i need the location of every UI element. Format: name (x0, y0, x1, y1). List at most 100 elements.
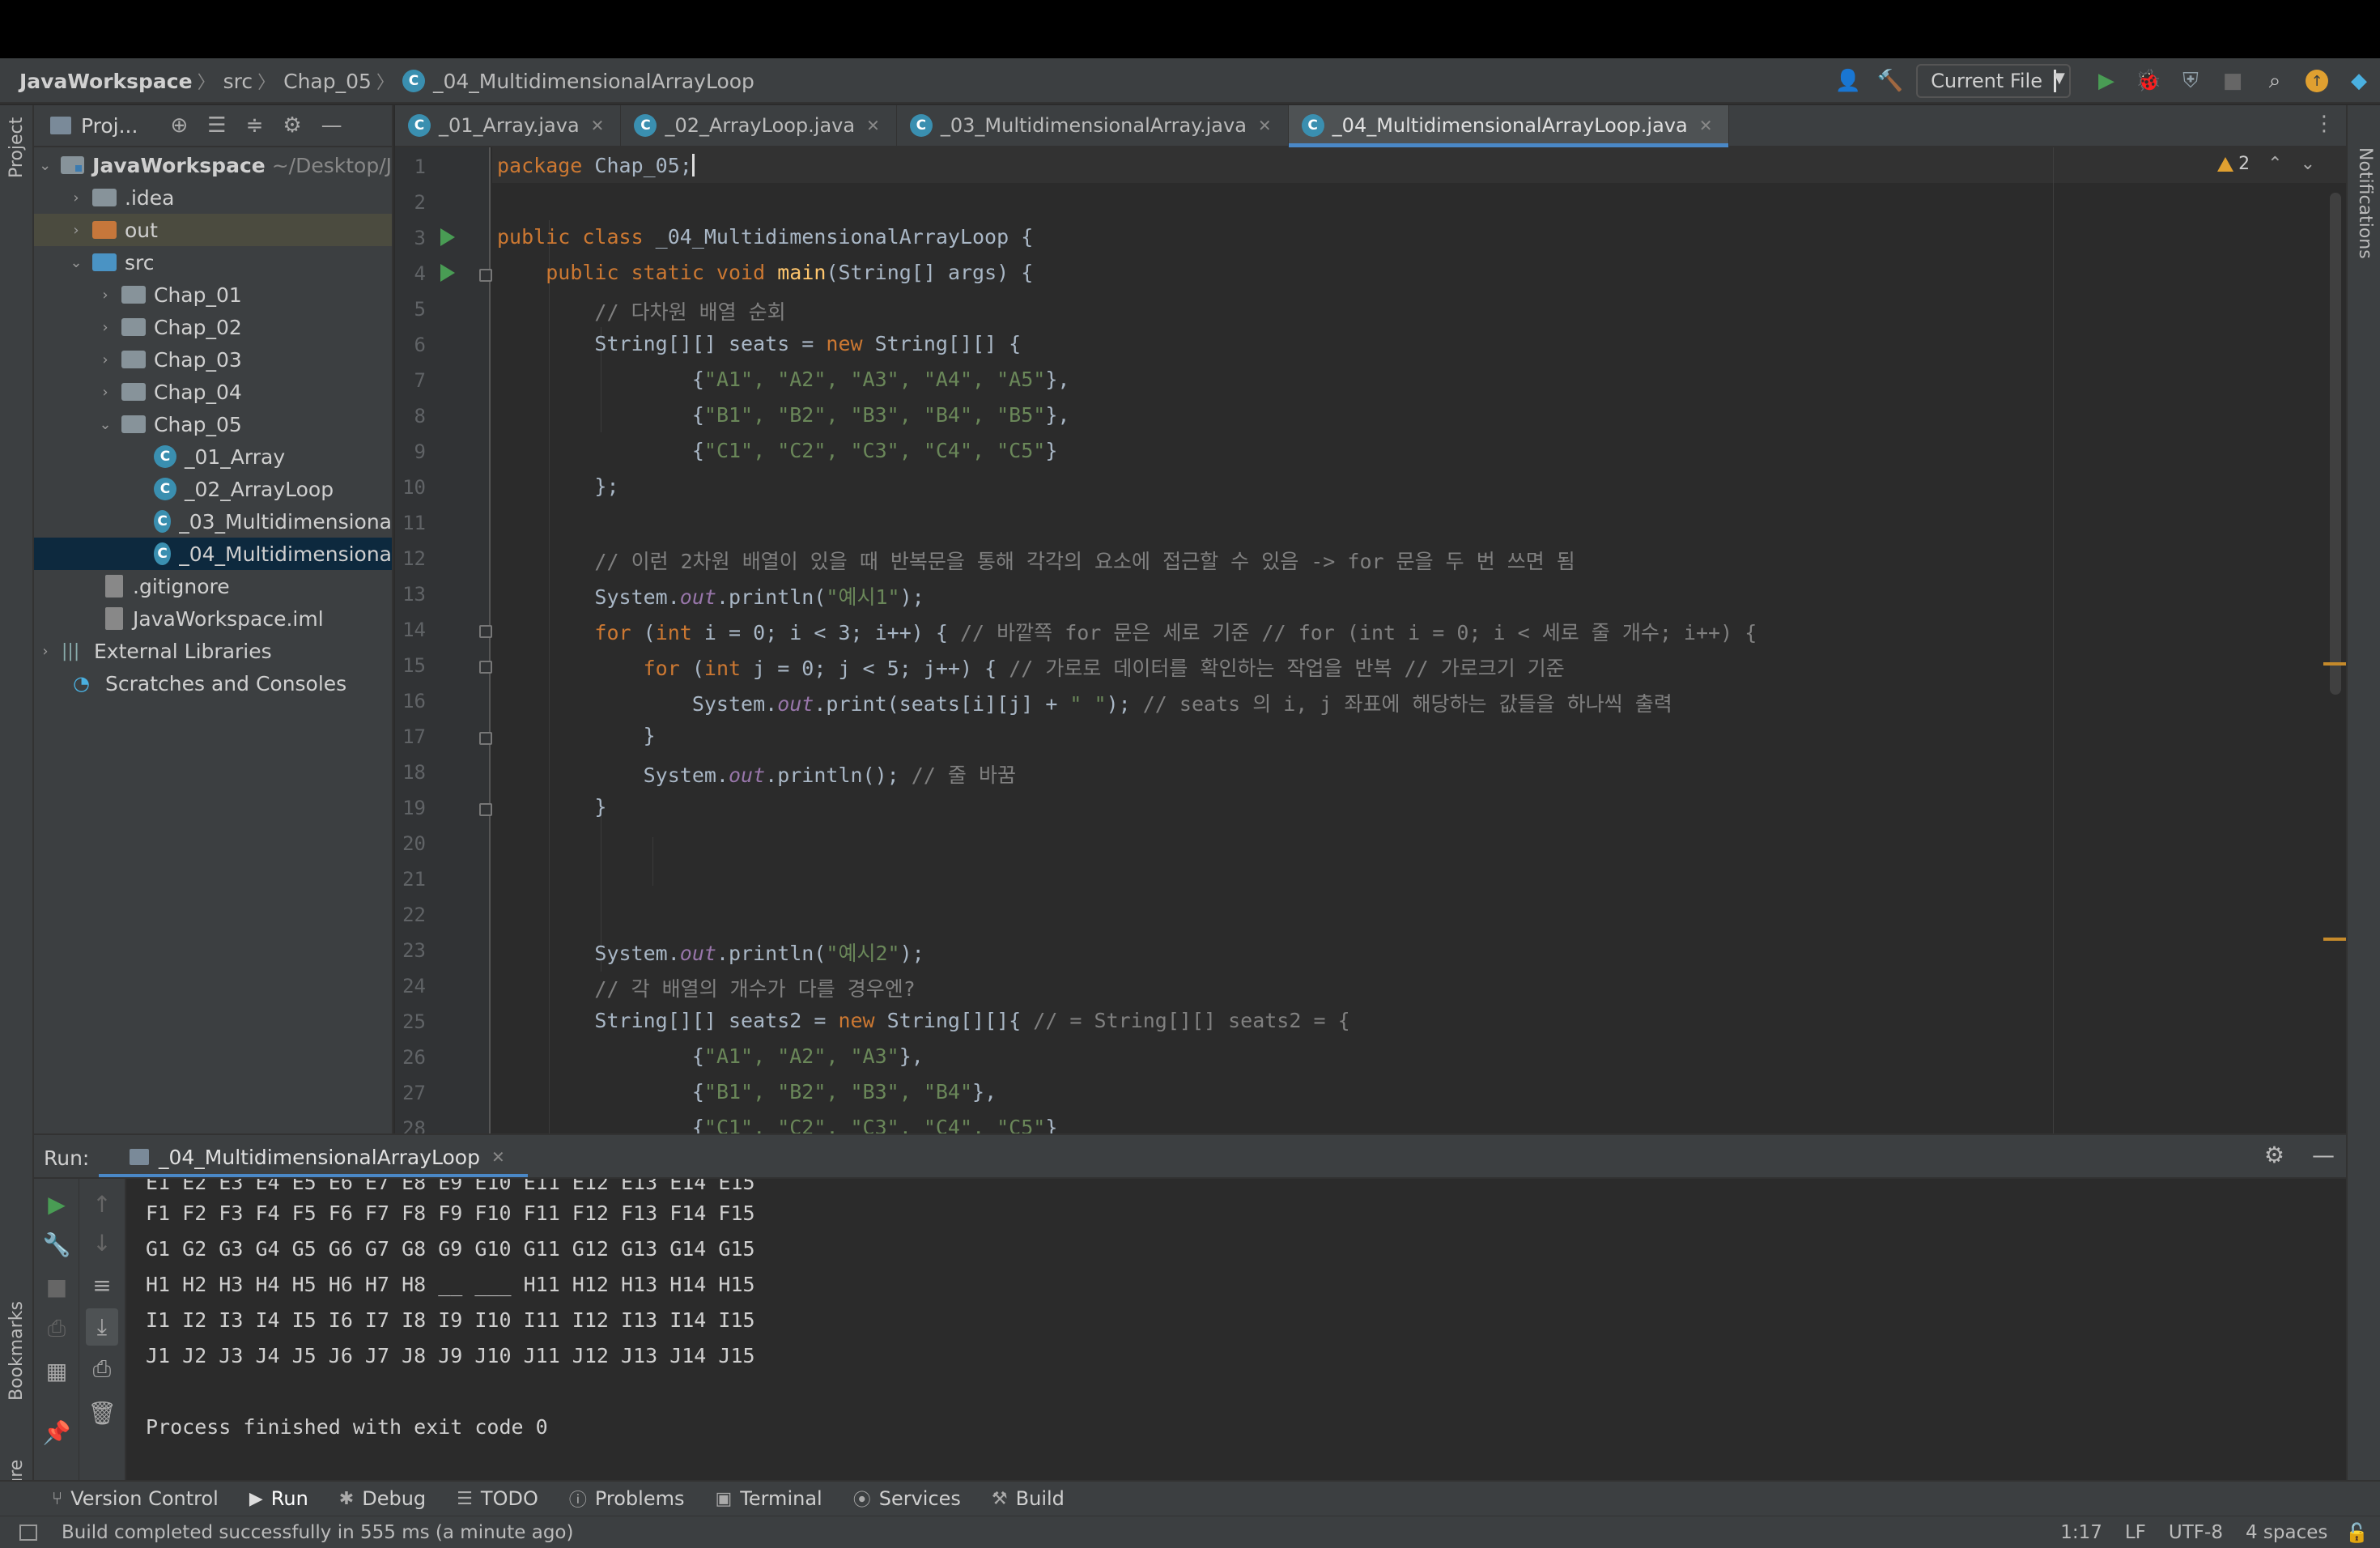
search-icon[interactable]: ⌕ (2257, 63, 2293, 99)
tab-02-arrayloop[interactable]: C _02_ArrayLoop.java ✕ (621, 105, 897, 146)
run-button[interactable]: ▶ Run (249, 1487, 308, 1510)
minimize-icon[interactable]: — (2312, 1142, 2335, 1168)
breadcrumb-chap05[interactable]: Chap_05 (283, 70, 372, 93)
tree-item-scratches[interactable]: ◔ Scratches and Consoles (34, 667, 392, 700)
line-number: 4 (414, 262, 426, 285)
debug-button[interactable]: ✱ Debug (339, 1487, 426, 1510)
run-config-select[interactable]: Current File ▼ (1916, 64, 2071, 98)
tab-03-multidimensional[interactable]: C _03_MultidimensionalArray.java ✕ (897, 105, 1289, 146)
lock-icon[interactable]: 🔓 (2345, 1522, 2369, 1544)
update-icon[interactable]: ↑ (2299, 63, 2335, 99)
expand-all-icon[interactable]: ☰ (207, 113, 226, 138)
user-icon[interactable]: 👤 (1830, 63, 1866, 99)
arrow-down-icon[interactable]: ↓ (79, 1224, 125, 1261)
project-view-select[interactable]: Proj... (81, 114, 138, 138)
tree-item-03-multidimensional[interactable]: C _03_Multidimensiona (34, 505, 392, 538)
tool-windows-icon[interactable] (19, 1524, 37, 1541)
debug-bug-icon[interactable]: 🐞 (2131, 63, 2166, 99)
tree-item-idea[interactable]: › .idea (34, 181, 392, 214)
run-gutter-icon[interactable] (440, 264, 455, 282)
close-icon[interactable]: ✕ (866, 116, 880, 135)
run-icon[interactable]: ▶ (2089, 63, 2124, 99)
code-line: for (int j = 0; j < 5; j++) { // 가로로 데이터… (497, 653, 1565, 682)
tree-item-chap03[interactable]: › Chap_03 (34, 343, 392, 376)
run-gutter-icon[interactable] (440, 228, 455, 246)
camera-icon[interactable]: ⎙ (34, 1310, 79, 1347)
tree-item-01-array[interactable]: C _01_Array (34, 440, 392, 473)
arrow-up-icon[interactable]: ↑ (79, 1185, 125, 1223)
coverage-icon[interactable]: ⛨ (2173, 63, 2208, 99)
breadcrumb-src[interactable]: src (223, 70, 253, 93)
warning-marker[interactable] (2323, 938, 2346, 941)
scroll-to-end-icon[interactable]: ⤓ (86, 1308, 118, 1346)
tab-04-multidimensional[interactable]: C _04_MultidimensionalArrayLoop.java ✕ (1288, 105, 1730, 147)
breadcrumb-project[interactable]: JavaWorkspace (19, 70, 193, 93)
tree-item-out[interactable]: › out (34, 214, 392, 246)
layout-icon[interactable]: ▦ (34, 1352, 79, 1389)
fold-icon[interactable] (479, 803, 492, 816)
gear-icon[interactable]: ⚙ (2264, 1142, 2284, 1168)
wrench-icon[interactable]: 🔧 (34, 1226, 79, 1263)
jetbrains-logo-icon[interactable]: ◆ (2341, 63, 2377, 99)
console-output[interactable]: E1 E2 E3 E4 E5 E6 E7 E8 E9 E10 E11 E12 E… (128, 1179, 2346, 1480)
status-message[interactable]: Build completed successfully in 555 ms (… (62, 1522, 573, 1543)
close-icon[interactable]: ✕ (1699, 116, 1713, 135)
code-editor[interactable]: 2 ⌃ ⌄ 1 2 3 4 5 6 7 8 9 10 11 12 13 14 1… (395, 147, 2346, 1133)
text-caret (691, 154, 695, 176)
bookmarks-tool-button[interactable]: Bookmarks (6, 1301, 27, 1401)
gear-icon[interactable]: ⚙ (283, 113, 301, 138)
chevron-down-icon[interactable]: ⌄ (2301, 154, 2315, 174)
tree-item-chap04[interactable]: › Chap_04 (34, 376, 392, 408)
notifications-tool-button[interactable]: Notifications (2355, 147, 2375, 259)
inspection-widget[interactable]: 2 ⌃ ⌄ (2217, 154, 2315, 174)
close-icon[interactable]: ✕ (491, 1147, 505, 1167)
todo-button[interactable]: ☰ TODO (457, 1487, 538, 1510)
indent-setting[interactable]: 4 spaces (2246, 1522, 2327, 1543)
soft-wrap-icon[interactable]: ≡ (79, 1266, 125, 1303)
breadcrumb-file[interactable]: C _04_MultidimensionalArrayLoop (402, 70, 754, 93)
fold-icon[interactable] (479, 625, 492, 638)
code-token: }; (594, 474, 619, 498)
tree-item-gitignore[interactable]: .gitignore (34, 570, 392, 602)
stop-icon[interactable]: ■ (2215, 63, 2250, 99)
tree-item-chap05[interactable]: ⌄ Chap_05 (34, 408, 392, 440)
run-tab[interactable]: _04_MultidimensionalArrayLoop ✕ (120, 1138, 515, 1176)
close-icon[interactable]: ✕ (1258, 116, 1272, 135)
tree-item-chap02[interactable]: › Chap_02 (34, 311, 392, 343)
tree-item-chap01[interactable]: › Chap_01 (34, 279, 392, 311)
tree-item-02-arrayloop[interactable]: C _02_ArrayLoop (34, 473, 392, 505)
tab-01-array[interactable]: C _01_Array.java ✕ (395, 105, 622, 146)
build-hammer-icon[interactable]: 🔨 (1872, 63, 1908, 99)
close-icon[interactable]: ✕ (591, 116, 605, 135)
collapse-all-icon[interactable]: ≑ (246, 113, 264, 138)
file-encoding[interactable]: UTF-8 (2169, 1522, 2223, 1543)
minimize-icon[interactable]: — (321, 113, 342, 138)
project-tool-button[interactable]: Project (6, 117, 27, 178)
fold-icon[interactable] (479, 732, 492, 745)
terminal-button[interactable]: ▣ Terminal (715, 1487, 822, 1510)
chevron-up-icon[interactable]: ⌃ (2267, 154, 2282, 174)
stop-icon[interactable]: ■ (34, 1268, 79, 1305)
tree-item-javaworkspace[interactable]: ⌄ JavaWorkspace ~/Desktop/J (34, 149, 392, 181)
more-vertical-icon[interactable]: ⋮ (2314, 112, 2335, 136)
tree-item-iml[interactable]: JavaWorkspace.iml (34, 602, 392, 635)
problems-button[interactable]: ⓘ Problems (569, 1486, 685, 1512)
trash-icon[interactable]: 🗑 (79, 1394, 125, 1431)
services-button[interactable]: ⦿ Services (853, 1486, 961, 1512)
fold-icon[interactable] (479, 269, 492, 282)
rerun-icon[interactable]: ▶ (34, 1185, 79, 1223)
tree-item-label: _01_Array (185, 444, 286, 469)
tree-item-04-multidimensional[interactable]: C _04_Multidimensiona (34, 538, 392, 570)
caret-position[interactable]: 1:17 (2060, 1522, 2102, 1543)
build-button[interactable]: ⚒ Build (992, 1487, 1065, 1510)
warning-marker[interactable] (2323, 662, 2346, 666)
fold-icon[interactable] (479, 661, 492, 674)
tree-item-external-libraries[interactable]: › ||| External Libraries (34, 635, 392, 667)
print-icon[interactable]: ⎙ (79, 1350, 125, 1388)
pin-icon[interactable]: 📌 (34, 1414, 79, 1451)
version-control-button[interactable]: ⑂ Version Control (52, 1487, 219, 1510)
locate-icon[interactable]: ⊕ (170, 113, 188, 138)
tree-item-src[interactable]: ⌄ src (34, 246, 392, 279)
editor-scrollbar[interactable] (2330, 193, 2341, 695)
line-separator[interactable]: LF (2125, 1522, 2146, 1543)
